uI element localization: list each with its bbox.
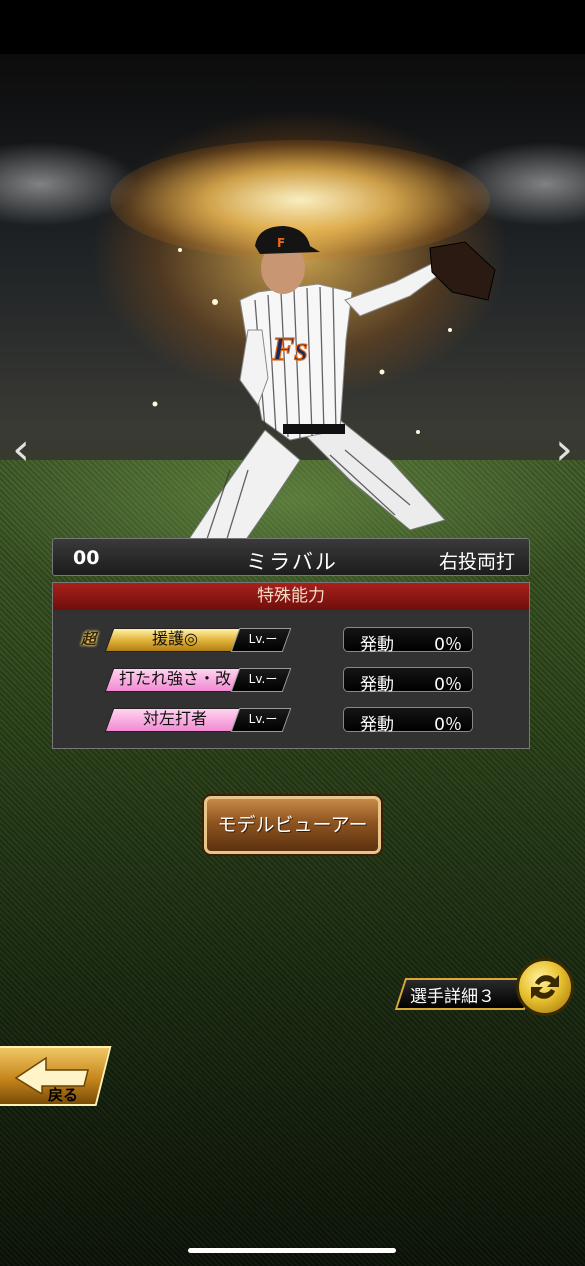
model-viewer-button[interactable]: モデルビューアー [204,796,381,854]
player-header: 00 ミラバル 右投両打 [52,538,530,576]
ability-level: Lv.ー [248,632,278,646]
throw-bat-type: 右投両打 [438,551,515,573]
ability-row[interactable]: 超 援護◎ Lv.ー 発動 0％ [53,626,531,655]
chevron-left-icon[interactable]: ‹ [6,428,36,472]
svg-text:F: F [277,236,285,250]
trigger-box: 発動 0％ [343,627,473,655]
ability-level: Lv.ー [248,672,278,686]
swap-arrows-icon[interactable] [516,958,574,1016]
back-label: 戻る [48,1086,79,1104]
player-image: Fs F [152,226,496,571]
trigger-label: 発動 [360,715,394,735]
abilities-title: 特殊能力 [53,583,529,610]
status-bar [22,0,577,54]
ability-name: 打たれ強さ・改 [118,669,231,688]
trigger-label: 発動 [360,635,394,655]
special-abilities-panel: 特殊能力 超 援護◎ Lv.ー 発動 0％ 打たれ強さ・改 Lv.ー 発動 0％… [52,582,530,749]
trigger-box: 発動 0％ [343,707,473,735]
chevron-right-icon[interactable]: › [549,428,579,472]
home-indicator[interactable] [188,1248,396,1253]
trigger-value: 0％ [434,635,462,655]
ability-name: 対左打者 [142,709,207,728]
trigger-label: 発動 [360,675,394,695]
trigger-box: 発動 0％ [343,667,473,695]
svg-text:Fs: Fs [271,331,308,368]
ability-row[interactable]: 打たれ強さ・改 Lv.ー 発動 0％ [53,666,531,695]
ability-level: Lv.ー [248,712,278,726]
ability-name: 援護◎ [152,629,198,648]
pitcher-figure: Fs F [174,226,496,571]
ability-row[interactable]: 対左打者 Lv.ー 発動 0％ [53,706,531,735]
trigger-value: 0％ [434,715,462,735]
trigger-value: 0％ [434,675,462,695]
player-detail-label: 選手詳細３ [410,987,495,1007]
